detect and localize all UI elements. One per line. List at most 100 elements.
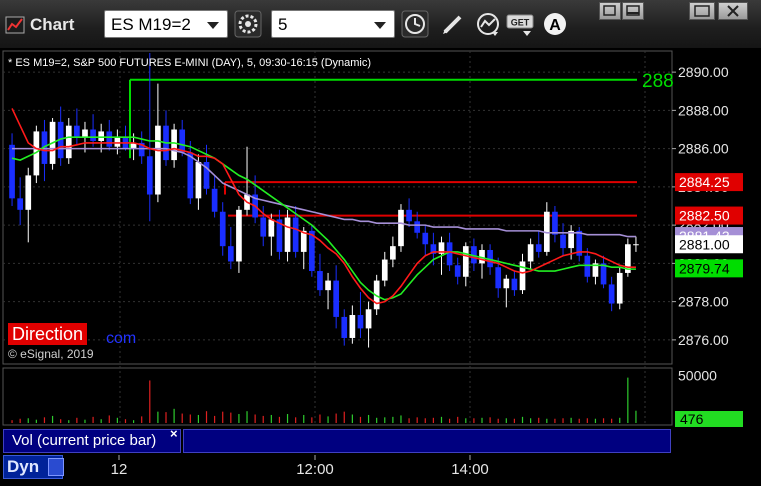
time-axis: 12 12:00 14:00: [111, 455, 489, 478]
candle-body: [236, 209, 242, 262]
toolbar: Chart ES M19=2 5 GET A: [0, 0, 761, 49]
dyn-button[interactable]: Dyn: [3, 455, 64, 479]
clock-icon: [401, 10, 429, 38]
candle-body: [454, 265, 461, 277]
price-badge-label: 2884.25: [679, 174, 730, 190]
candle-body: [333, 280, 339, 317]
chart-area[interactable]: 2890.002888.002886.002884.002882.002880.…: [0, 49, 761, 481]
restore-icon: [603, 5, 616, 16]
volume-caption: Vol (current price bar): [3, 429, 181, 453]
interval-input[interactable]: 5: [271, 10, 395, 38]
price-tick-label: 2888.00: [678, 102, 729, 118]
candle-body: [211, 188, 218, 212]
candle-body: [365, 309, 372, 329]
candle-body: [503, 278, 510, 289]
svg-text:A: A: [549, 17, 561, 34]
candle-body: [616, 272, 623, 304]
candle-body: [25, 175, 32, 210]
candle-body: [284, 217, 291, 252]
minimize-icon: [626, 5, 640, 16]
candle-body: [511, 278, 518, 291]
candle-body: [98, 131, 105, 141]
candle-body: [187, 152, 194, 199]
candle-body: [560, 234, 566, 249]
volume-badge-label: 476: [680, 411, 704, 427]
candle-body: [414, 221, 421, 233]
restore-button[interactable]: [599, 2, 621, 20]
candle-body: [406, 209, 412, 222]
draw-button[interactable]: [439, 10, 467, 38]
candle-body: [292, 217, 299, 252]
candle-body: [260, 217, 267, 237]
time-tick-label: 14:00: [451, 461, 489, 478]
svg-text:GET: GET: [511, 18, 530, 28]
get-button[interactable]: GET: [506, 10, 534, 38]
app-title: Chart: [30, 15, 75, 34]
minimize-button[interactable]: [622, 2, 644, 20]
candle-body: [495, 267, 502, 289]
candle-body: [584, 255, 591, 277]
candle-body: [65, 125, 72, 159]
price-tick-label: 2890.00: [678, 64, 729, 80]
level-label: 288: [642, 71, 674, 92]
volume-pane: [2, 367, 673, 426]
font-button[interactable]: A: [541, 10, 569, 38]
symbol-value: ES M19=2: [111, 15, 191, 34]
candle-body: [74, 125, 80, 138]
candle-body: [422, 232, 429, 245]
candle-body: [535, 244, 542, 252]
candle-body: [268, 219, 275, 237]
time-tick-label: 12:00: [296, 461, 334, 478]
chevron-down-icon[interactable]: [207, 22, 219, 29]
time-tick-label: 12: [111, 461, 128, 478]
candle-body: [317, 271, 323, 291]
direction-logo: Direction: [8, 323, 88, 345]
font-icon: A: [544, 13, 566, 35]
chevron-down-icon[interactable]: [374, 22, 386, 29]
candle-body: [633, 244, 639, 246]
candle-body: [390, 246, 396, 260]
close-button[interactable]: [718, 2, 748, 20]
candle-body: [357, 315, 364, 329]
candle-body: [219, 211, 226, 247]
candle-body: [325, 280, 331, 291]
chart-app-icon: [5, 16, 25, 34]
candle-body: [106, 131, 113, 147]
candle-body: [552, 211, 558, 235]
candle-body: [155, 125, 161, 195]
candle-body: [114, 137, 121, 147]
candle-body: [17, 198, 23, 210]
direction-logo-suffix: com: [106, 330, 137, 347]
candle-body: [195, 162, 202, 199]
candle-body: [9, 144, 15, 199]
candle-body: [349, 315, 356, 338]
candle-body: [146, 156, 153, 195]
get-icon: GET: [506, 14, 534, 36]
study-icon: [477, 13, 499, 36]
maximize-icon: [694, 5, 710, 17]
candle-body: [527, 244, 534, 262]
close-icon[interactable]: ×: [170, 426, 178, 441]
link-icon[interactable]: [48, 458, 64, 476]
volume-caption-band: [183, 429, 671, 453]
interval-value: 5: [278, 15, 288, 34]
symbol-input[interactable]: ES M19=2: [104, 10, 228, 38]
studies-button[interactable]: [474, 10, 502, 38]
price-chart[interactable]: 2890.002888.002886.002884.002882.002880.…: [0, 49, 761, 481]
candle-body: [82, 129, 88, 138]
clock-button[interactable]: [401, 10, 429, 38]
chart-app-button[interactable]: Chart: [4, 12, 74, 38]
gear-icon: [234, 10, 262, 38]
candle-body: [179, 129, 186, 153]
price-tick-label: 2886.00: [678, 141, 729, 157]
candle-body: [381, 259, 388, 281]
chart-header: * ES M19=2, S&P 500 FUTURES E-MINI (DAY)…: [8, 57, 371, 69]
maximize-button[interactable]: [689, 2, 715, 20]
candle-body: [462, 246, 469, 277]
settings-button[interactable]: [234, 10, 262, 38]
dyn-label: Dyn: [7, 457, 40, 476]
price-tick-label: 2876.00: [678, 332, 729, 348]
candle-body: [171, 129, 177, 161]
candle-body: [398, 209, 404, 247]
candle-body: [227, 246, 234, 262]
